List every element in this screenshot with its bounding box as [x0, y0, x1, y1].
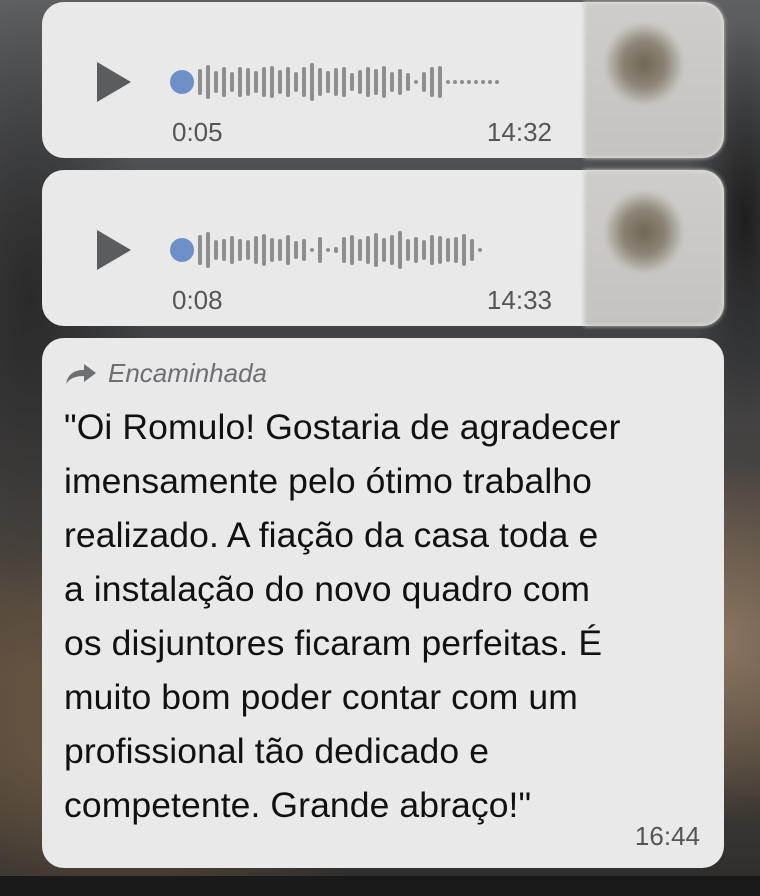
waveform-bar [222, 239, 226, 261]
waveform-bar [342, 237, 346, 263]
waveform-bar [438, 66, 442, 98]
play-icon[interactable] [97, 230, 131, 270]
forward-arrow-icon [66, 363, 96, 384]
waveform-bar [318, 237, 322, 263]
waveform-bar [366, 236, 370, 264]
waveform-bar [262, 234, 266, 266]
forwarded-label: Encaminhada [108, 358, 267, 388]
waveform-bar [470, 239, 474, 261]
chat-background-bottom [0, 876, 760, 896]
waveform-bar [326, 71, 330, 93]
audio-waveform[interactable] [170, 228, 486, 272]
waveform-bar [406, 73, 410, 91]
message-timestamp: 14:33 [486, 285, 552, 315]
waveform-bar [206, 65, 210, 99]
waveform-bar [422, 240, 426, 260]
waveform-bar [302, 239, 306, 261]
waveform-bar [270, 66, 274, 98]
waveform-bar [414, 80, 418, 84]
waveform-bar [310, 63, 314, 101]
waveform-bar [302, 67, 306, 97]
waveform-bar [350, 73, 354, 91]
waveform-bar [481, 80, 485, 84]
waveform-bar [438, 236, 442, 264]
waveform-bar [230, 72, 234, 92]
waveform-bar [462, 234, 466, 266]
waveform-bar [294, 72, 298, 92]
forwarded-indicator: Encaminhada [64, 358, 267, 389]
waveform-bar [230, 236, 234, 264]
waveform-bar [398, 69, 402, 95]
waveform-bar [374, 69, 378, 95]
blurred-avatar [584, 170, 724, 326]
message-body: "Oi Romulo! Gostaria de agradecer imensa… [64, 407, 621, 825]
waveform-bar [254, 236, 258, 264]
waveform-bar [398, 231, 402, 269]
waveform-bar [382, 238, 386, 262]
waveform-bar [262, 67, 266, 97]
waveform-bar [326, 248, 330, 252]
waveform-bar [406, 239, 410, 261]
waveform-bar [382, 66, 386, 98]
waveform-bar [350, 235, 354, 265]
waveform-bar [254, 71, 258, 93]
waveform-bar [495, 80, 499, 84]
waveform-bar [358, 239, 362, 261]
waveform-bar [246, 240, 250, 260]
waveform-bar [488, 80, 492, 84]
playback-position-dot[interactable] [170, 238, 194, 262]
message-timestamp: 14:32 [486, 117, 552, 147]
waveform-bar [214, 71, 218, 93]
waveform-bar [334, 68, 338, 96]
waveform-bar [422, 72, 426, 92]
waveform-bar [474, 80, 478, 84]
waveform-bar [358, 70, 362, 94]
message-timestamp: 16:44 [634, 821, 700, 851]
waveform-bar [390, 72, 394, 92]
waveform-bar [454, 237, 458, 263]
waveform-bar [238, 239, 242, 261]
waveform-bar [198, 69, 202, 95]
waveform-bar [374, 233, 378, 267]
waveform-bar [286, 67, 290, 97]
waveform-bar [286, 235, 290, 265]
waveform-bar [318, 68, 322, 96]
audio-message[interactable]: 0:05 14:32 [42, 2, 724, 158]
waveform-bar [214, 240, 218, 260]
waveform-bar [278, 239, 282, 261]
audio-duration: 0:08 [172, 285, 223, 315]
audio-duration: 0:05 [172, 117, 223, 147]
waveform-bar [366, 67, 370, 97]
waveform-bar [206, 232, 210, 268]
waveform-bar [453, 80, 457, 84]
waveform-bar [294, 241, 298, 259]
waveform-bar [310, 248, 314, 252]
waveform-bar [198, 235, 202, 265]
audio-message[interactable]: 0:08 14:33 [42, 170, 724, 326]
waveform-bar [430, 67, 434, 97]
waveform-bar [222, 67, 226, 97]
waveform-bar [446, 238, 450, 262]
blurred-avatar [584, 2, 724, 158]
waveform-bar [430, 235, 434, 265]
waveform-bar [246, 68, 250, 96]
waveform-bar [238, 67, 242, 97]
waveform-bar [342, 67, 346, 97]
audio-waveform[interactable] [170, 60, 502, 104]
play-icon[interactable] [97, 62, 131, 102]
waveform-bar [460, 80, 464, 84]
waveform-bar [278, 70, 282, 94]
waveform-bar [414, 237, 418, 263]
playback-position-dot[interactable] [170, 70, 194, 94]
waveform-bar [270, 238, 274, 262]
waveform-bar [478, 248, 482, 252]
text-message[interactable]: Encaminhada "Oi Romulo! Gostaria de agra… [42, 338, 724, 868]
waveform-bar [334, 247, 338, 253]
waveform-bar [467, 80, 471, 84]
waveform-bar [390, 235, 394, 265]
waveform-bar [446, 80, 450, 84]
